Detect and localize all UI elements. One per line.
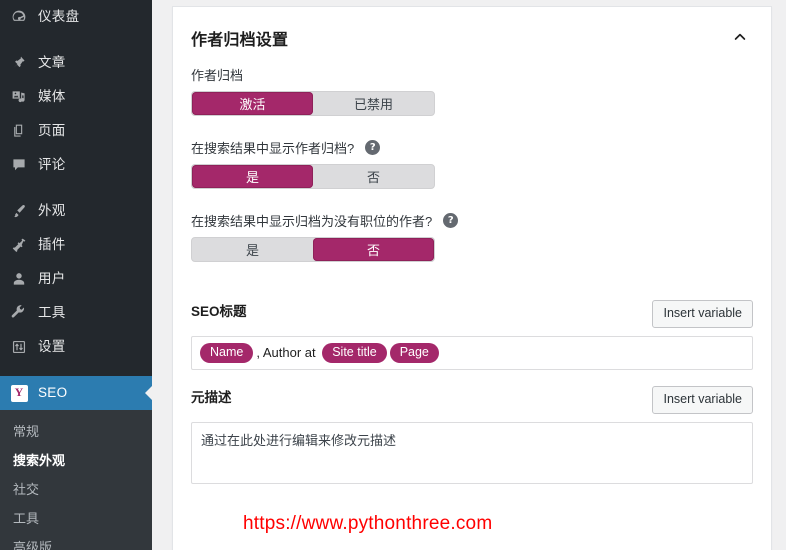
seo-title-row-header: SEO标题 Insert variable xyxy=(191,300,753,328)
sidebar-item-plugins[interactable]: 插件 xyxy=(0,228,152,262)
sidebar-item-label: 媒体 xyxy=(38,89,66,105)
sidebar-item-label: 外观 xyxy=(38,203,66,219)
sidebar-divider xyxy=(0,364,152,376)
comment-icon xyxy=(9,155,29,175)
submenu-item-search-appearance[interactable]: 搜索外观 xyxy=(0,446,152,475)
sidebar-item-label: SEO xyxy=(38,385,68,401)
pin-icon xyxy=(9,53,29,73)
show-authors-without-posts-toggle[interactable]: 是 否 xyxy=(191,237,435,262)
submenu-item-premium[interactable]: 高级版 xyxy=(0,533,152,550)
toggle-option-no[interactable]: 否 xyxy=(313,165,434,188)
toggle-option-yes[interactable]: 是 xyxy=(192,238,313,261)
variable-chip-site-title[interactable]: Site title xyxy=(322,342,387,363)
sidebar-item-seo[interactable]: Y SEO xyxy=(0,376,152,410)
sidebar-item-label: 文章 xyxy=(38,55,66,71)
sidebar-item-label: 设置 xyxy=(38,339,66,355)
yoast-logo-letter: Y xyxy=(14,385,24,399)
help-circle-icon[interactable]: ? xyxy=(365,140,381,155)
seo-title-input[interactable]: Name , Author at Site title Page xyxy=(191,335,753,370)
pages-icon xyxy=(9,121,29,141)
insert-variable-button-title[interactable]: Insert variable xyxy=(652,300,753,328)
sidebar-item-settings[interactable]: 设置 xyxy=(0,330,152,364)
toggle-option-disabled[interactable]: 已禁用 xyxy=(313,92,434,115)
submenu-item-social[interactable]: 社交 xyxy=(0,475,152,504)
settings-icon xyxy=(9,337,29,357)
collapse-toggle-button[interactable] xyxy=(727,25,753,51)
card-header: 作者归档设置 xyxy=(173,7,771,65)
show-authors-without-posts-label: 在搜索结果中显示归档为没有职位的作者? ? xyxy=(191,211,753,230)
user-icon xyxy=(9,269,29,289)
field-label-text: 在搜索结果中显示归档为没有职位的作者? xyxy=(191,214,433,229)
main-content: 作者归档设置 作者归档 激活 已禁用 在搜索结果中显示作者归档? ? 是 否 在… xyxy=(152,0,786,550)
meta-description-row-header: 元描述 Insert variable xyxy=(191,385,753,414)
sidebar-primary-group: 仪表盘 文章 媒体 页面 评论 外观 插件 用户 工具 设置 Y SEO xyxy=(0,0,152,410)
wrench-icon xyxy=(9,303,29,323)
meta-description-input[interactable]: 通过在此处进行编辑来修改元描述 xyxy=(191,421,753,484)
dashboard-icon xyxy=(9,7,29,27)
seo-title-static-text: , Author at xyxy=(256,345,320,361)
page-title: 作者归档设置 xyxy=(191,32,289,49)
sidebar-item-dashboard[interactable]: 仪表盘 xyxy=(0,0,152,34)
toggle-option-no[interactable]: 否 xyxy=(313,238,434,261)
sidebar-item-comments[interactable]: 评论 xyxy=(0,148,152,182)
meta-description-placeholder: 通过在此处进行编辑来修改元描述 xyxy=(201,432,397,448)
media-icon xyxy=(9,87,29,107)
toggle-option-enabled[interactable]: 激活 xyxy=(192,92,313,115)
show-in-search-label: 在搜索结果中显示作者归档? ? xyxy=(191,138,753,157)
wordpress-admin-screen: 仪表盘 文章 媒体 页面 评论 外观 插件 用户 工具 设置 Y SEO 常规 … xyxy=(0,0,786,550)
sidebar-item-posts[interactable]: 文章 xyxy=(0,46,152,80)
field-label-text: 作者归档 xyxy=(191,68,244,83)
show-in-search-toggle[interactable]: 是 否 xyxy=(191,164,435,189)
toggle-option-yes[interactable]: 是 xyxy=(192,165,313,188)
brush-icon xyxy=(9,201,29,221)
yoast-logo-icon: Y xyxy=(9,383,29,403)
variable-chip-page[interactable]: Page xyxy=(389,342,439,363)
sidebar-item-label: 仪表盘 xyxy=(38,9,80,25)
author-archives-settings-card: 作者归档设置 作者归档 激活 已禁用 在搜索结果中显示作者归档? ? 是 否 在… xyxy=(172,6,772,550)
sidebar-item-pages[interactable]: 页面 xyxy=(0,114,152,148)
admin-sidebar: 仪表盘 文章 媒体 页面 评论 外观 插件 用户 工具 设置 Y SEO 常规 … xyxy=(0,0,152,550)
chevron-up-icon xyxy=(732,29,748,48)
variable-chip-name[interactable]: Name xyxy=(200,342,254,363)
author-archives-toggle[interactable]: 激活 已禁用 xyxy=(191,91,435,116)
sidebar-divider xyxy=(0,34,152,46)
submenu-item-tools[interactable]: 工具 xyxy=(0,504,152,533)
sidebar-item-users[interactable]: 用户 xyxy=(0,262,152,296)
plug-icon xyxy=(9,235,29,255)
sidebar-item-label: 评论 xyxy=(38,157,66,173)
sidebar-item-appearance[interactable]: 外观 xyxy=(0,194,152,228)
sidebar-divider xyxy=(0,182,152,194)
field-label-text: 在搜索结果中显示作者归档? xyxy=(191,141,355,156)
sidebar-item-label: 用户 xyxy=(38,271,66,287)
card-body: 作者归档 激活 已禁用 在搜索结果中显示作者归档? ? 是 否 在搜索结果中显示… xyxy=(173,65,771,502)
sidebar-item-label: 页面 xyxy=(38,123,66,139)
seo-title-label: SEO标题 xyxy=(191,304,247,319)
sidebar-item-label: 工具 xyxy=(38,305,66,321)
meta-description-label: 元描述 xyxy=(191,389,232,405)
insert-variable-button-description[interactable]: Insert variable xyxy=(652,385,753,414)
help-circle-icon[interactable]: ? xyxy=(443,213,459,228)
sidebar-item-tools[interactable]: 工具 xyxy=(0,296,152,330)
sidebar-item-label: 插件 xyxy=(38,237,66,253)
sidebar-item-media[interactable]: 媒体 xyxy=(0,80,152,114)
author-archives-label: 作者归档 xyxy=(191,65,753,84)
seo-submenu: 常规 搜索外观 社交 工具 高级版 Redirects xyxy=(0,410,152,550)
submenu-item-general[interactable]: 常规 xyxy=(0,417,152,446)
